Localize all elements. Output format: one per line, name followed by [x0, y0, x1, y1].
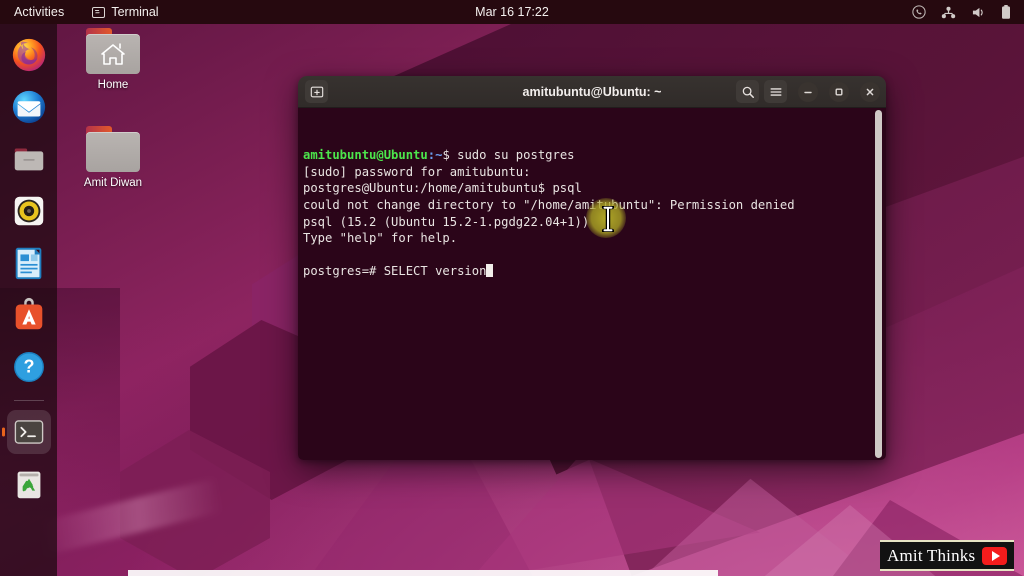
thunderbird-icon [10, 88, 48, 126]
dock-item-help[interactable]: ? [7, 345, 51, 389]
menu-button[interactable] [764, 80, 787, 103]
minimize-button[interactable] [798, 82, 818, 102]
trash-icon [10, 465, 48, 503]
libreoffice-writer-icon [10, 244, 48, 282]
help-icon: ? [10, 348, 48, 386]
window-app-label: Terminal [111, 5, 158, 19]
desktop-icon-label: Home [63, 79, 163, 91]
dock-separator [14, 400, 44, 401]
close-icon [864, 86, 876, 98]
hamburger-icon [769, 85, 783, 99]
dock-item-libreoffice-writer[interactable] [7, 241, 51, 285]
volume-icon[interactable] [971, 6, 986, 19]
terminal-text-segment: amitubuntu@Ubuntu [303, 148, 428, 162]
desktop-icon-label: Amit Diwan [63, 177, 163, 189]
window-app-indicator[interactable]: Terminal [92, 5, 158, 19]
folder-icon-home [86, 28, 140, 74]
dock-item-ubuntu-software[interactable] [7, 293, 51, 337]
terminal-line: [sudo] password for amitubuntu: [301, 164, 886, 181]
dock-item-files[interactable] [7, 137, 51, 181]
terminal-line: postgres=# SELECT version [301, 263, 886, 280]
terminal-text-segment: [sudo] password for amitubuntu: [303, 165, 530, 179]
channel-watermark: Amit Thinks [880, 540, 1014, 571]
scrollbar-thumb[interactable] [875, 110, 882, 458]
terminal-text-segment: :~ [428, 148, 443, 162]
terminal-output[interactable]: amitubuntu@Ubuntu:~$ sudo su postgres[su… [298, 108, 886, 460]
terminal-text-segment: postgres=# SELECT version [303, 264, 486, 278]
screen-bottom-strip [128, 570, 718, 576]
rhythmbox-icon [10, 192, 48, 230]
terminal-text-segment: psql (15.2 (Ubuntu 15.2-1.pgdg22.04+1)) [303, 215, 589, 229]
system-tray[interactable] [912, 5, 1024, 20]
network-icon[interactable] [941, 6, 956, 19]
desktop-icon-amit-diwan[interactable]: Amit Diwan [63, 126, 163, 189]
maximize-icon [833, 86, 845, 98]
dock-item-thunderbird[interactable] [7, 85, 51, 129]
new-tab-button[interactable] [305, 80, 328, 103]
search-icon [741, 85, 755, 99]
terminal-cursor [486, 264, 493, 277]
terminal-text-segment: $ sudo su postgres [442, 148, 574, 162]
minimize-icon [802, 86, 814, 98]
dock-item-trash[interactable] [7, 462, 51, 506]
terminal-text-segment: postgres@Ubuntu:/home/amitubuntu$ psql [303, 181, 582, 195]
terminal-line [301, 247, 886, 264]
dock-item-rhythmbox[interactable] [7, 189, 51, 233]
dock-item-terminal[interactable] [7, 410, 51, 454]
terminal-icon [12, 415, 46, 449]
desktop-icon-home[interactable]: Home [63, 28, 163, 91]
watermark-text: Amit Thinks [887, 546, 975, 566]
firefox-icon [10, 36, 48, 74]
launcher-dock[interactable]: ? [0, 24, 57, 576]
youtube-play-icon [982, 547, 1007, 565]
maximize-button[interactable] [829, 82, 849, 102]
search-button[interactable] [736, 80, 759, 103]
mouse-cursor-ibeam [602, 206, 614, 237]
terminal-line: postgres@Ubuntu:/home/amitubuntu$ psql [301, 180, 886, 197]
titlebar-buttons[interactable] [736, 80, 880, 103]
svg-text:?: ? [23, 357, 34, 377]
dock-item-firefox[interactable] [7, 33, 51, 77]
close-button[interactable] [860, 82, 880, 102]
terminal-titlebar[interactable]: amitubuntu@Ubuntu: ~ [298, 76, 886, 108]
activities-button[interactable]: Activities [0, 5, 76, 19]
battery-icon[interactable] [1001, 5, 1011, 20]
terminal-window[interactable]: amitubuntu@Ubuntu: ~ [298, 76, 886, 460]
terminal-text-segment: could not change directory to "/home/ami… [303, 198, 795, 212]
folder-icon-generic [86, 126, 140, 172]
terminal-window-icon [92, 7, 105, 18]
files-icon [10, 140, 48, 178]
terminal-text-segment: Type "help" for help. [303, 231, 457, 245]
ubuntu-software-icon [10, 296, 48, 334]
whatsapp-icon[interactable] [912, 5, 926, 19]
terminal-scrollbar[interactable] [874, 110, 883, 458]
terminal-line: amitubuntu@Ubuntu:~$ sudo su postgres [301, 147, 886, 164]
top-bar: Activities Terminal Mar 16 17:22 [0, 0, 1024, 24]
